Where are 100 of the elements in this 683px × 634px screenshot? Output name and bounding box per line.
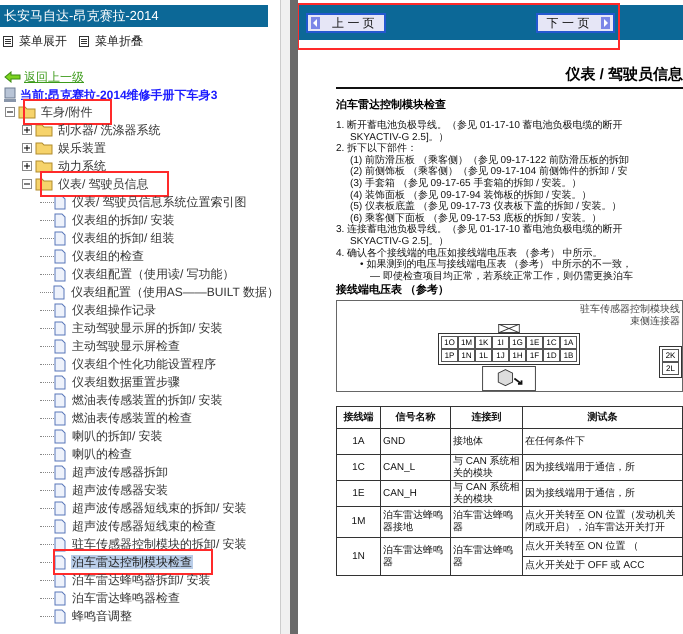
page-icon: [54, 374, 66, 390]
table-cell: 与 CAN 系统相关的模块: [450, 480, 522, 507]
column-header: 信号名称: [380, 406, 450, 429]
menu-icon: [79, 36, 89, 46]
menu-button[interactable]: 菜单展开: [3, 32, 67, 50]
table-cell-text: 点火开关转至 ON 位置 （: [524, 540, 640, 554]
table-cell-text: 点火开关转至 ON 位置（发动机关闭或开启），泊车雷达开关打开: [524, 508, 677, 536]
pin-label: 2K: [662, 349, 679, 362]
instruction-line: 3. 连接蓄电池负极导线。（参见 01-17-10 蓄电池负极电缆的断开: [336, 224, 624, 236]
connector-caption: 驻车传感器控制模块线: [580, 304, 681, 316]
table-cell: GND: [380, 428, 450, 455]
back-arrow-icon: [4, 71, 21, 83]
table-cell: 泊车雷达蜂鸣器: [380, 538, 450, 576]
instruction-line: (1) 前防滑压板 （乘客侧）（参见 09-17-122 前防滑压板的拆卸: [349, 154, 630, 166]
sidebar-title: 长安马自达-昂克赛拉-2014: [0, 5, 268, 27]
tree-item[interactable]: 仪表组个性化功能设置程序: [71, 357, 217, 371]
instruction-line: • 如果测到的电压与接线端电压表 （参考） 中所示的不一致，: [359, 259, 633, 270]
tree-item[interactable]: 主动驾驶显示屏的拆卸/ 安装: [71, 321, 224, 335]
page-icon: [54, 554, 66, 570]
tree-item[interactable]: 蜂鸣音调整: [71, 609, 133, 623]
tree-item[interactable]: 仪表组的拆卸/ 组装: [71, 231, 176, 245]
page-icon: [54, 212, 66, 228]
tree-item[interactable]: 泊车雷达蜂鸣器检查: [71, 591, 181, 605]
connector-caption: 束侧连接器: [630, 316, 681, 328]
table-title: 接线端电压表 （参考）: [336, 284, 450, 298]
tree-item[interactable]: 仪表组操作记录: [71, 303, 157, 317]
table-cell: 1N: [336, 538, 380, 576]
page-icon: [54, 464, 66, 480]
tree-item[interactable]: 喇叭的检查: [71, 447, 133, 461]
tree-item[interactable]: 喇叭的拆卸/ 安装: [71, 429, 164, 443]
tree-folder[interactable]: 刮水器/ 洗涤器系统: [58, 123, 161, 137]
tree-item[interactable]: 仪表组配置（使用读/ 写功能）: [71, 267, 236, 281]
pin-label: 1H: [509, 349, 526, 362]
folder-icon: [35, 123, 53, 137]
expand-icon[interactable]: [22, 161, 32, 171]
table-cell-text: 因为接线端用于通信，所: [524, 486, 636, 501]
page-icon: [54, 392, 66, 408]
pin-label: 1G: [509, 336, 526, 350]
section-title: 仪表 / 驾驶员信息: [336, 66, 683, 89]
previous-page-button[interactable]: 上 一 页: [306, 12, 386, 32]
table-cell: 点火开关处于 OFF 或 ACC: [523, 556, 682, 576]
page-icon: [54, 536, 66, 552]
instruction-line: (5) 仪表板底盖 （参见 09-17-73 仪表板下盖的拆卸 / 安装。）: [349, 201, 623, 212]
pin-label: 1A: [560, 336, 577, 350]
instruction-line: SKYACTIV-G 2.5]。）: [350, 132, 450, 143]
collapse-icon[interactable]: [22, 179, 32, 189]
next-page-button[interactable]: 下 一 页: [536, 12, 616, 32]
tree-item[interactable]: 泊车雷达控制模块检查: [71, 555, 193, 569]
tree-item[interactable]: 超声波传感器拆卸: [71, 465, 169, 479]
tree-item[interactable]: 主动驾驶显示屏检查: [71, 339, 181, 353]
column-header: 测试条: [522, 406, 682, 429]
tree-item[interactable]: 仪表组的拆卸/ 安装: [71, 213, 176, 227]
pin-label: 1I: [492, 336, 509, 350]
tree-folder[interactable]: 动力系统: [58, 159, 106, 173]
table-cell: 接地体: [450, 428, 522, 455]
pin-label: 1J: [492, 349, 509, 362]
tree-folder[interactable]: 娱乐装置: [58, 141, 106, 155]
table-cell: 泊车雷达蜂鸣器: [450, 538, 522, 576]
expand-icon[interactable]: [22, 125, 32, 135]
collapse-icon[interactable]: [5, 107, 15, 117]
instruction-line: 1. 断开蓄电池负极导线。（参见 01-17-10 蓄电池负极电缆的断开: [336, 120, 624, 132]
tree-item[interactable]: 燃油表传感装置的拆卸/ 安装: [71, 393, 224, 407]
pin-label: 1K: [475, 336, 492, 350]
pin-label: 1B: [560, 349, 577, 362]
table-cell: 泊车雷达蜂鸣器: [450, 506, 522, 538]
instruction-line: 2. 拆下以下部件：: [336, 143, 418, 154]
pin-label: 1E: [526, 336, 543, 350]
tree-folder[interactable]: 仪表/ 驾驶员信息: [58, 177, 149, 191]
left-arrow-icon: [311, 16, 320, 28]
scrollbar[interactable]: [280, 0, 290, 634]
instruction-line: — 即使检查项目均正常，若系统正常工作，则仍需更换泊车: [369, 270, 634, 282]
menu-icon: [3, 36, 13, 46]
tree-item[interactable]: 燃油表传感装置的检查: [71, 411, 193, 425]
page-icon: [54, 608, 66, 624]
tree-item[interactable]: 仪表组配置（使用AS——BUILT 数据）: [70, 285, 280, 299]
menu-button[interactable]: 菜单折叠: [79, 32, 143, 50]
page-icon: [54, 266, 66, 282]
page-icon: [54, 446, 66, 462]
tree-folder[interactable]: 车身/附件: [41, 105, 92, 119]
procedure-heading: 泊车雷达控制模块检查: [336, 99, 447, 112]
computer-icon: [3, 87, 17, 103]
tree-item[interactable]: 超声波传感器安装: [71, 483, 169, 497]
instruction-line: (2) 前侧饰板 （乘客侧）（参见 09-17-104 前侧饰件的拆卸 / 安: [349, 166, 628, 178]
page-icon: [54, 410, 66, 426]
table-cell: CAN_H: [380, 480, 450, 507]
tree-item[interactable]: 驻车传感器控制模块的拆卸/ 安装: [71, 537, 248, 551]
table-cell: 1A: [336, 428, 380, 455]
instruction-line: SKYACTIV-G 2.5]。）: [349, 236, 450, 248]
tree-item[interactable]: 超声波传感器短线束的检查: [71, 519, 217, 533]
page-icon: [54, 320, 66, 336]
tree-item[interactable]: 仪表组的检查: [71, 249, 145, 263]
back-link[interactable]: 返回上一级: [24, 68, 84, 86]
page-icon: [54, 230, 66, 246]
tree-item[interactable]: 仪表组数据重置步骤: [71, 375, 181, 389]
tree-item[interactable]: 泊车雷达蜂鸣器拆卸/ 安装: [71, 573, 212, 587]
tree-item[interactable]: 仪表/ 驾驶员信息系统位置索引图: [71, 195, 248, 209]
pin-label: 2L: [662, 362, 679, 376]
page-icon: [54, 248, 66, 264]
expand-icon[interactable]: [22, 143, 32, 153]
tree-item[interactable]: 超声波传感器短线束的拆卸/ 安装: [71, 501, 248, 515]
